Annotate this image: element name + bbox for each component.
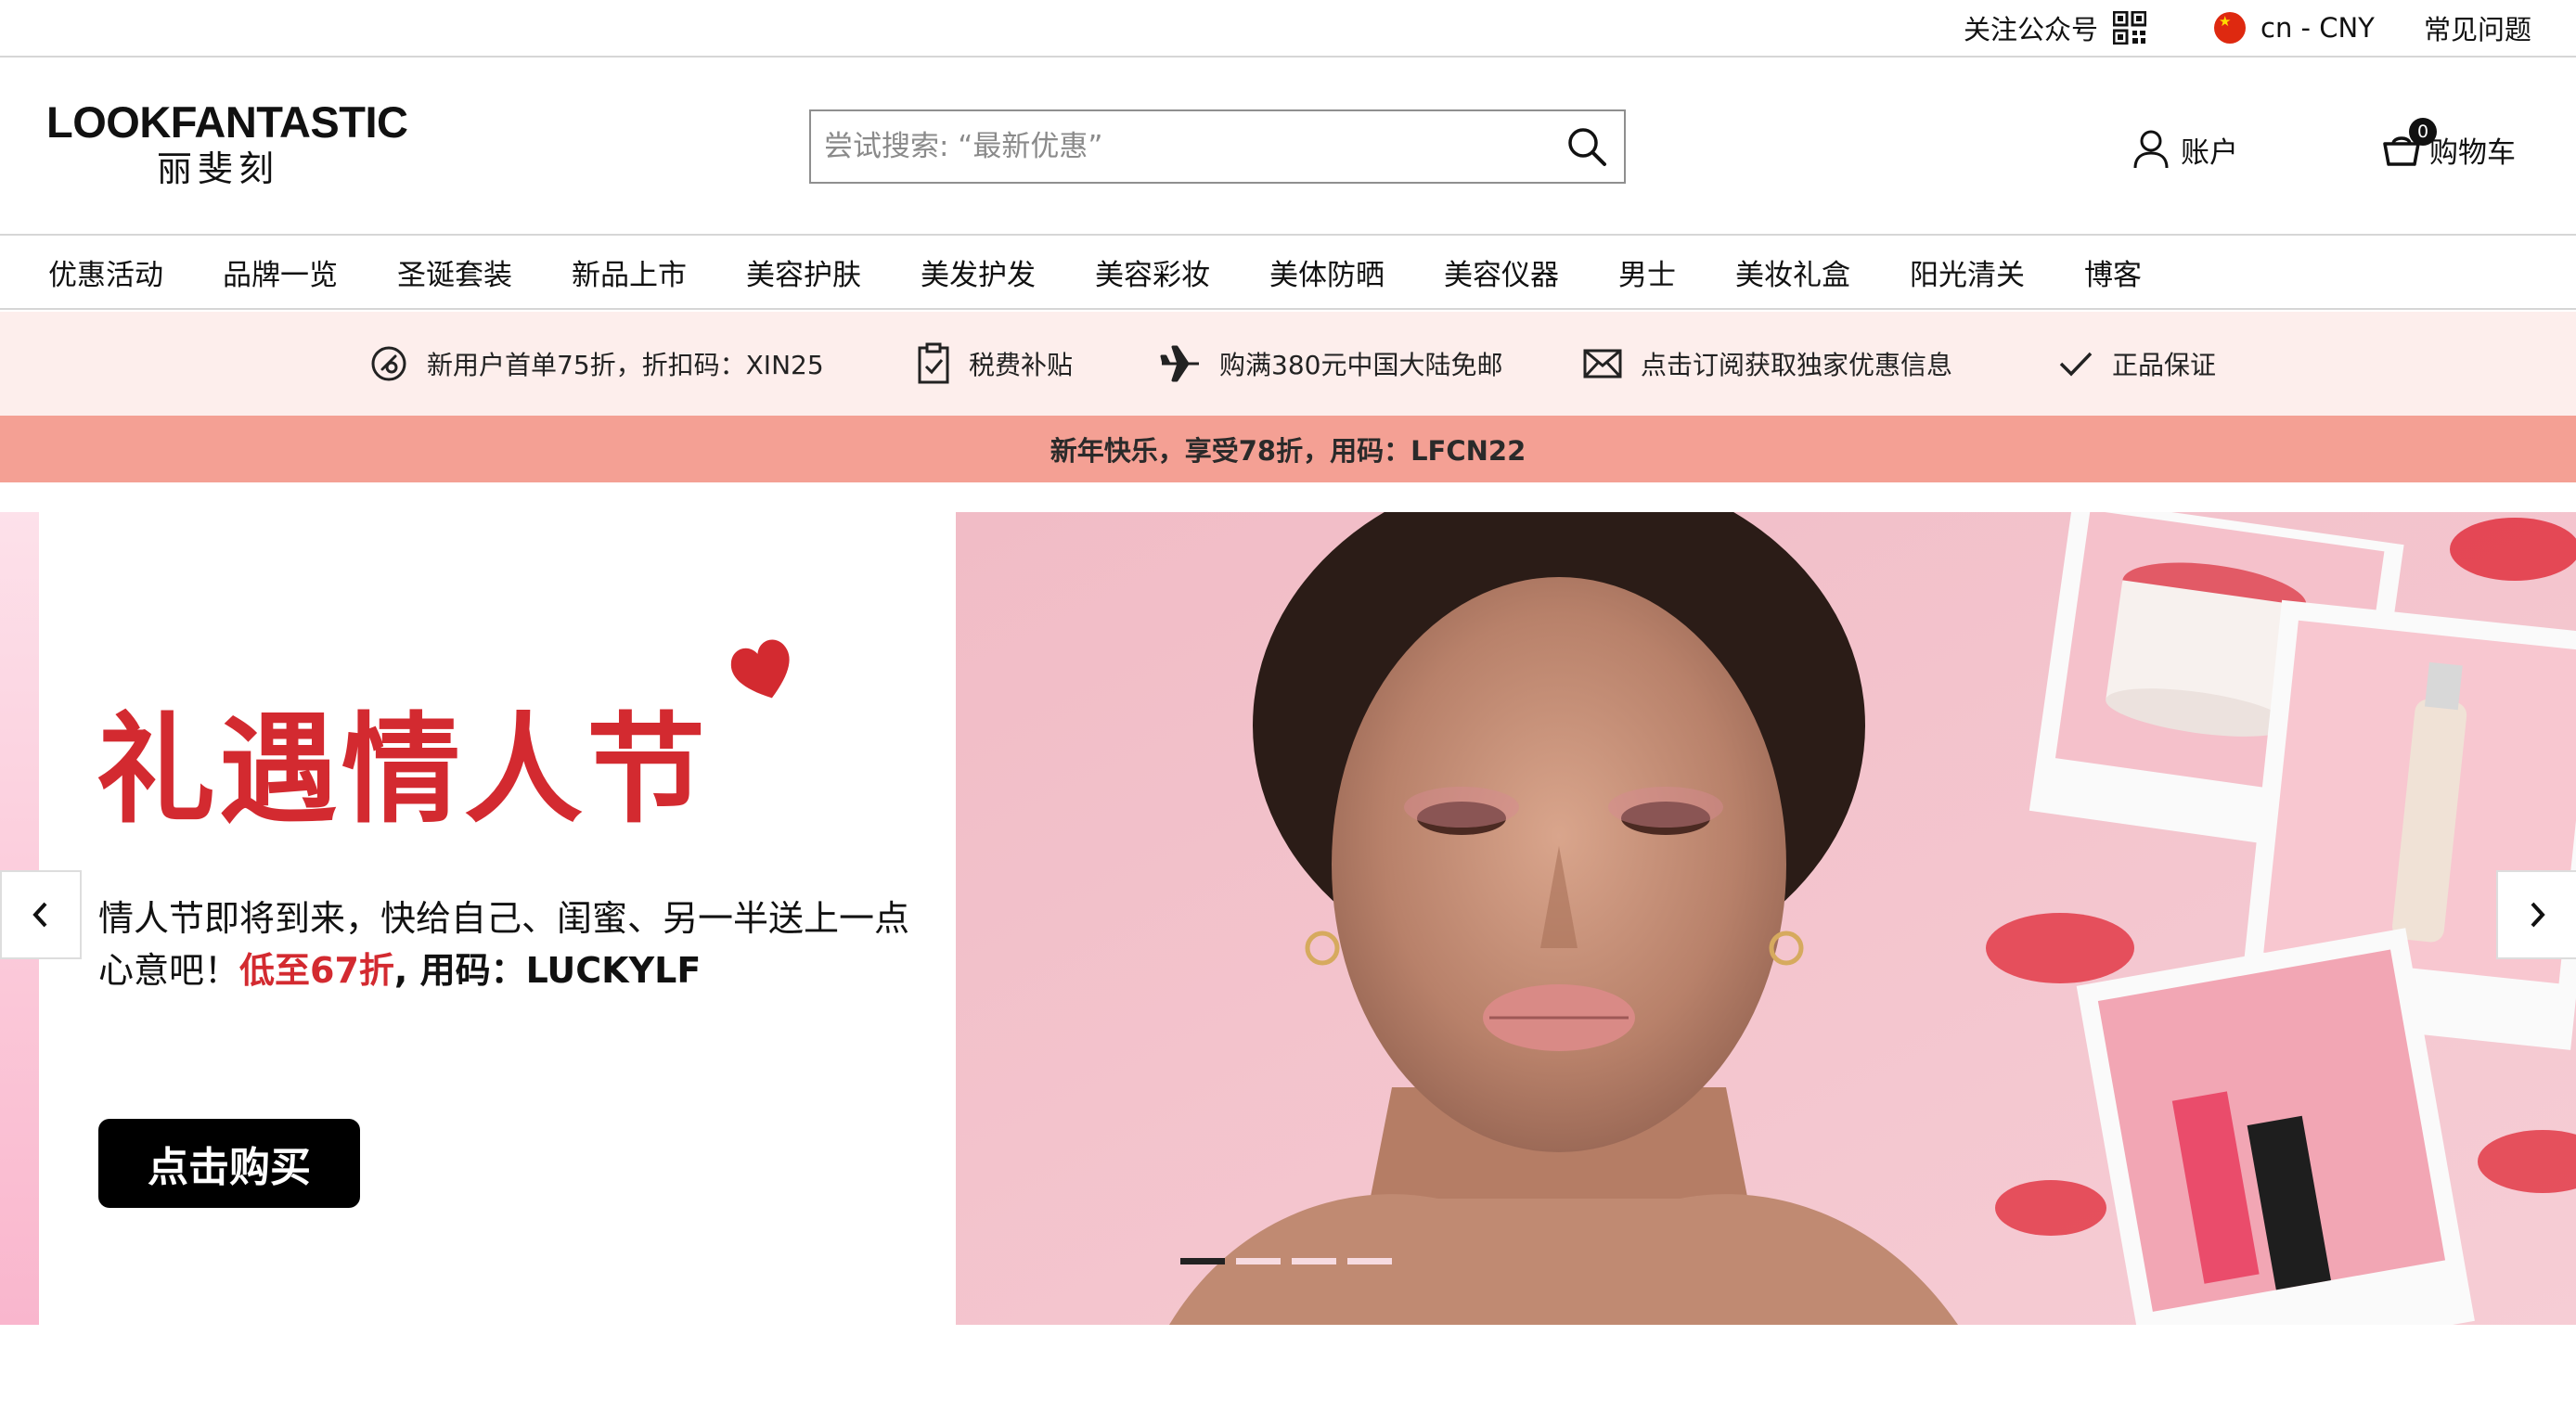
site-header: LOOKFANTASTIC 丽斐刻 账户 0 购物车 xyxy=(0,58,2576,236)
logo-wordmark: LOOKFANTASTIC xyxy=(46,97,408,147)
promo-text: 新年快乐，享受78折，用码：LFCN22 xyxy=(1050,435,1526,467)
hero-illustration xyxy=(956,512,2576,1325)
region-label: cn - CNY xyxy=(2260,12,2375,44)
user-icon xyxy=(2133,130,2169,169)
carousel-prev-button[interactable] xyxy=(0,870,82,959)
nav-item-deals[interactable]: 优惠活动 xyxy=(48,251,163,293)
nav-item-men[interactable]: 男士 xyxy=(1618,251,1676,293)
benefit-label: 正品保证 xyxy=(2112,350,2217,380)
hero-desc-prefix: 心意吧！ xyxy=(98,950,240,991)
cart-label: 购物车 xyxy=(2429,135,2516,170)
utility-bar: 关注公众号 ★ cn - CNY 常见问题 xyxy=(0,0,2576,58)
nav-item-new-arrivals[interactable]: 新品上市 xyxy=(572,251,687,293)
nav-item-skincare[interactable]: 美容护肤 xyxy=(746,251,861,293)
carousel-dot-3[interactable] xyxy=(1292,1258,1336,1264)
hero-banner-image[interactable] xyxy=(956,512,2576,1325)
search-input[interactable] xyxy=(811,111,1550,182)
benefit-new-user-discount[interactable]: 新用户首单75折，折扣码：XIN25 xyxy=(369,312,824,416)
nav-item-body-sun[interactable]: 美体防晒 xyxy=(1269,251,1385,293)
nav-item-makeup[interactable]: 美容彩妆 xyxy=(1095,251,1210,293)
carousel-dot-4[interactable] xyxy=(1347,1258,1392,1264)
carousel-dot-2[interactable] xyxy=(1236,1258,1281,1264)
carousel-dot-1[interactable] xyxy=(1180,1258,1225,1264)
main-nav: 优惠活动 品牌一览 圣诞套装 新品上市 美容护肤 美发护发 美容彩妆 美体防晒 … xyxy=(0,236,2576,310)
benefit-free-shipping[interactable]: 购满380元中国大陆免邮 xyxy=(1160,312,1502,416)
benefit-label: 购满380元中国大陆免邮 xyxy=(1219,350,1503,380)
logo-chinese-name: 丽斐刻 xyxy=(156,148,279,189)
benefit-authentic[interactable]: 正品保证 xyxy=(2058,312,2216,416)
envelope-icon xyxy=(1583,349,1622,379)
checkmark-icon xyxy=(2059,352,2093,377)
nav-item-christmas-sets[interactable]: 圣诞套装 xyxy=(397,251,512,293)
account-link[interactable]: 账户 xyxy=(2132,126,2238,173)
cart-icon-wrapper: 0 xyxy=(2381,118,2437,170)
shop-now-button[interactable]: 点击购买 xyxy=(98,1119,360,1208)
account-label: 账户 xyxy=(2181,135,2238,170)
discount-icon xyxy=(371,346,406,381)
benefit-label: 新用户首单75折，折扣码：XIN25 xyxy=(427,350,824,380)
chevron-left-icon xyxy=(32,902,47,928)
hero-discount-highlight: 低至67折 xyxy=(239,950,394,991)
hero-title: 礼遇情人节 xyxy=(97,700,710,840)
nav-item-brands[interactable]: 品牌一览 xyxy=(223,251,338,293)
benefit-tax-subsidy[interactable]: 税费补贴 xyxy=(917,312,1073,416)
benefit-label: 税费补贴 xyxy=(969,350,1074,380)
airplane-icon xyxy=(1160,345,1199,382)
chevron-right-icon xyxy=(2531,902,2545,928)
china-flag-icon: ★ xyxy=(2214,12,2246,44)
search-button[interactable] xyxy=(1550,111,1624,182)
hero-text-panel: 礼遇情人节 情人节即将到来，快给自己、闺蜜、另一半送上一点 心意吧！低至67折,… xyxy=(39,512,956,1325)
promo-banner[interactable]: 新年快乐，享受78折，用码：LFCN22 xyxy=(0,416,2576,482)
nav-item-haircare[interactable]: 美发护发 xyxy=(921,251,1036,293)
carousel-next-button[interactable] xyxy=(2496,870,2576,959)
qr-code-icon xyxy=(2113,11,2147,45)
hero-promo-code: , 用码：LUCKYLF xyxy=(393,950,702,991)
benefit-subscribe[interactable]: 点击订阅获取独家优惠信息 xyxy=(1583,312,1952,416)
nav-item-beauty-devices[interactable]: 美容仪器 xyxy=(1444,251,1559,293)
follow-wechat-label: 关注公众号 xyxy=(1964,14,2099,45)
benefit-label: 点击订阅获取独家优惠信息 xyxy=(1641,350,1953,380)
nav-item-gift-boxes[interactable]: 美妆礼盒 xyxy=(1735,251,1850,293)
hero-desc-line2: 心意吧！低至67折, 用码：LUCKYLF xyxy=(98,944,961,996)
region-selector[interactable]: ★ cn - CNY xyxy=(2214,0,2375,56)
heart-icon xyxy=(730,639,790,699)
clipboard-check-icon xyxy=(918,342,949,384)
benefits-bar: 新用户首单75折，折扣码：XIN25 税费补贴 购满380元中国大陆免邮 点击订… xyxy=(0,312,2576,416)
nav-item-blog[interactable]: 博客 xyxy=(2084,251,2142,293)
cart-link[interactable]: 0 购物车 xyxy=(2381,118,2516,173)
search-icon xyxy=(1568,128,1606,166)
faq-link[interactable]: 常见问题 xyxy=(2424,0,2531,56)
faq-label: 常见问题 xyxy=(2424,14,2532,45)
site-logo[interactable]: LOOKFANTASTIC 丽斐刻 xyxy=(46,98,427,191)
hero-description: 情人节即将到来，快给自己、闺蜜、另一半送上一点 心意吧！低至67折, 用码：LU… xyxy=(98,892,961,996)
carousel-dots xyxy=(1180,1258,1403,1264)
follow-wechat-link[interactable]: 关注公众号 xyxy=(1964,0,2147,56)
nav-item-sunshine-clearance[interactable]: 阳光清关 xyxy=(1910,251,2025,293)
search-box xyxy=(809,109,1626,184)
hero-carousel: 礼遇情人节 情人节即将到来，快给自己、闺蜜、另一半送上一点 心意吧！低至67折,… xyxy=(0,512,2576,1325)
cart-count-badge: 0 xyxy=(2409,118,2437,146)
hero-desc-line1: 情人节即将到来，快给自己、闺蜜、另一半送上一点 xyxy=(98,898,910,939)
